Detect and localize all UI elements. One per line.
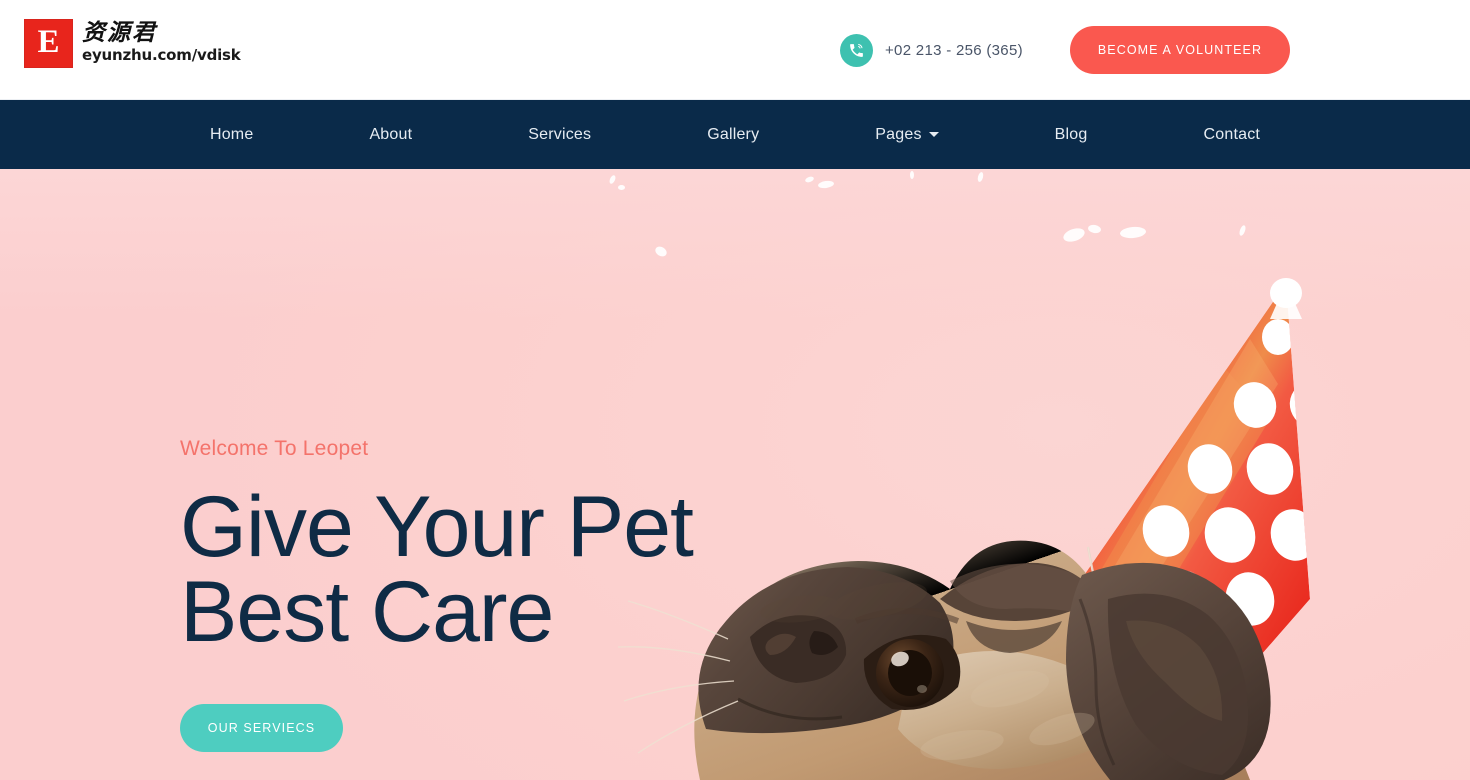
- top-header: E 资源君 eyunzhu.com/vdisk +02 213 - 256 (3…: [0, 0, 1470, 100]
- dog-head: [617, 540, 1271, 780]
- nav-item-home[interactable]: Home: [210, 126, 253, 144]
- become-a-volunteer-button[interactable]: BECOME A VOLUNTEER: [1070, 26, 1290, 74]
- logo-text: 资源君 eyunzhu.com/vdisk: [82, 19, 241, 65]
- logo-brand-url: eyunzhu.com/vdisk: [82, 46, 241, 64]
- nav-label: Services: [528, 125, 592, 143]
- nav-item-blog[interactable]: Blog: [1055, 126, 1088, 144]
- hero-text-block: Welcome To Leopet Give Your Pet Best Car…: [180, 437, 694, 753]
- hero-section: Welcome To Leopet Give Your Pet Best Car…: [0, 169, 1470, 780]
- contact-block: +02 213 - 256 (365): [840, 34, 1023, 67]
- phone-call-icon[interactable]: [840, 34, 873, 67]
- nav-list: Home About Services Gallery Pages Blog C…: [210, 126, 1260, 144]
- nav-item-about[interactable]: About: [369, 126, 412, 144]
- nav-label: About: [369, 125, 413, 143]
- nav-label: Gallery: [707, 125, 760, 143]
- party-hat: [1040, 283, 1310, 709]
- nav-label: Blog: [1054, 125, 1088, 143]
- hero-eyebrow: Welcome To Leopet: [180, 437, 369, 460]
- logo-mark-icon: E: [24, 19, 73, 68]
- hero-headline: Give Your Pet Best Care: [180, 479, 694, 661]
- dog-ear: [1066, 562, 1271, 780]
- hero-background-gradient: [0, 169, 1470, 319]
- main-navigation: Home About Services Gallery Pages Blog C…: [0, 100, 1470, 169]
- page-root: E 资源君 eyunzhu.com/vdisk +02 213 - 256 (3…: [0, 0, 1470, 780]
- chevron-down-icon: [928, 132, 939, 137]
- nav-item-gallery[interactable]: Gallery: [707, 126, 759, 144]
- nav-label: Contact: [1203, 125, 1261, 143]
- logo-brand-cn: 资源君: [82, 19, 157, 46]
- logo-letter: E: [37, 24, 60, 60]
- our-services-button[interactable]: OUR SERVIECS: [180, 704, 343, 753]
- nav-label: Home: [209, 125, 254, 143]
- nav-label: Pages: [875, 125, 922, 143]
- site-logo[interactable]: E 资源君 eyunzhu.com/vdisk: [24, 19, 241, 68]
- nav-item-contact[interactable]: Contact: [1204, 126, 1261, 144]
- phone-number[interactable]: +02 213 - 256 (365): [885, 42, 1023, 59]
- nav-item-pages[interactable]: Pages: [875, 125, 939, 144]
- dog-eye: [854, 608, 961, 711]
- nav-item-services[interactable]: Services: [528, 126, 591, 144]
